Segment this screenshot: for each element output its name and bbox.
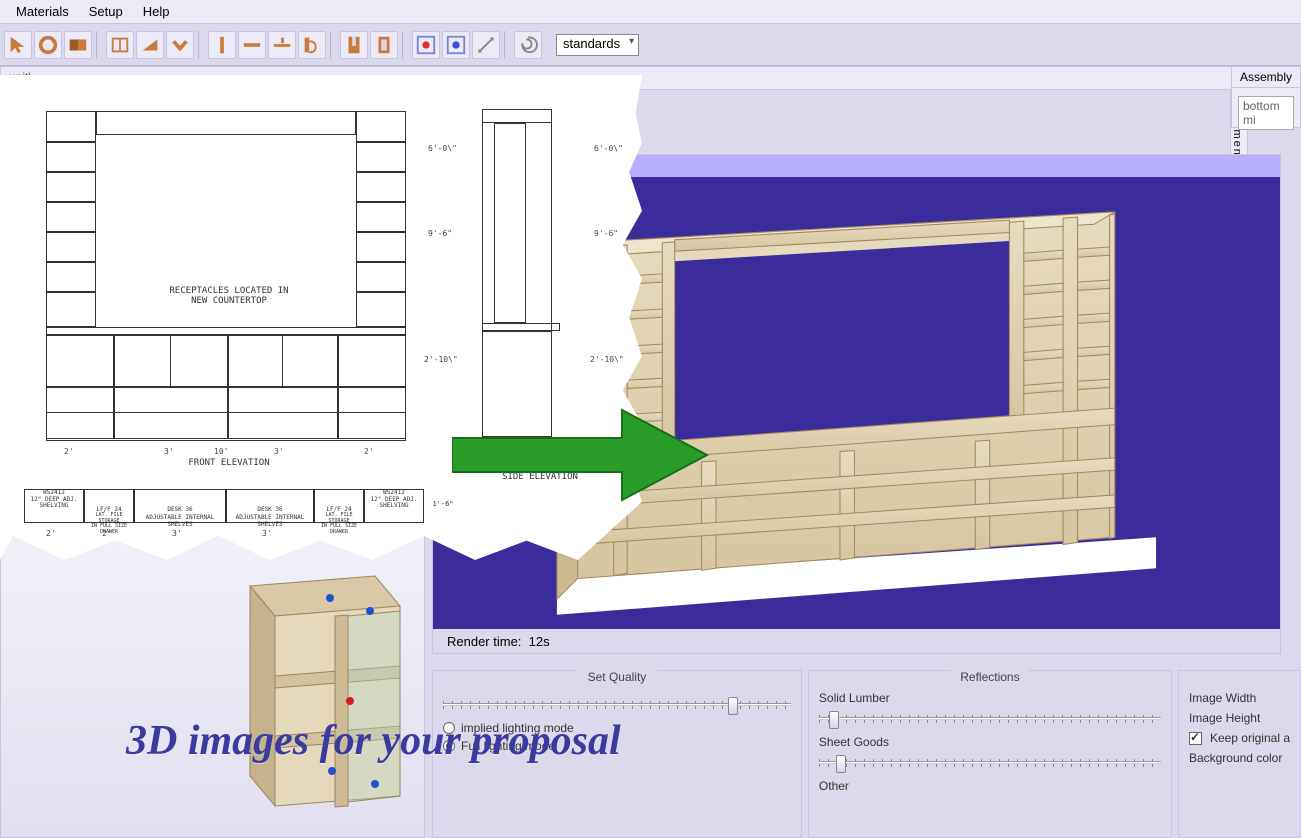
menu-help[interactable]: Help <box>133 1 180 22</box>
menu-bar: Materials Setup Help <box>0 0 1301 24</box>
assembly-panel-title: Assembly <box>1232 67 1300 88</box>
chevron-down-icon[interactable] <box>166 31 194 59</box>
other-label: Other <box>819 779 1161 793</box>
render-time: Render time: 12s <box>447 634 550 649</box>
toolbar-separator <box>504 31 510 59</box>
panel-tool-button[interactable] <box>64 31 92 59</box>
adj1-label: ADJUSTABLE INTERNAL SHELVES <box>134 515 226 528</box>
sheet-goods-label: Sheet Goods <box>819 735 1161 749</box>
arrow-icon <box>452 400 712 513</box>
keep-ratio-label: Keep original a <box>1210 731 1290 745</box>
front-elevation-label: FRONT ELEVATION <box>174 459 284 469</box>
ws1-label: WS2412 12" DEEP ADJ. SHELVING <box>24 490 84 510</box>
dim-2d: 2' <box>102 529 112 538</box>
image-settings-group: Image Width Image Height Keep original a… <box>1178 670 1301 838</box>
bg-color-row: Background color <box>1189 751 1290 765</box>
render-time-label: Render time: <box>447 634 521 649</box>
quality-title: Set Quality <box>578 670 657 684</box>
dim-3c: 3' <box>172 529 182 538</box>
caption-text: 3D images for your proposal <box>126 717 621 765</box>
desk1-label: DESK 36 <box>134 507 226 514</box>
dim-2-10-b: 2'-10\" <box>590 355 624 364</box>
desk2-label: DESK 36 <box>226 507 314 514</box>
dim-2-10-a: 2'-10\" <box>424 355 458 364</box>
standards-dropdown[interactable]: standards <box>556 34 639 56</box>
assembly-field[interactable]: bottom mi <box>1238 96 1294 130</box>
dim-6-0-a: 6'-0\" <box>428 144 457 153</box>
solid-lumber-slider[interactable] <box>819 709 1161 731</box>
toolbar-separator <box>198 31 204 59</box>
slot-panel-button[interactable] <box>340 31 368 59</box>
menu-materials[interactable]: Materials <box>6 1 79 22</box>
toolbar-separator <box>402 31 408 59</box>
assembly-panel: Assembly bottom mi <box>1231 66 1301 128</box>
dim-2b: 2' <box>364 447 374 456</box>
sheet-goods-slider[interactable] <box>819 753 1161 775</box>
dim-10: 10' <box>214 447 228 456</box>
toolbar: standards <box>0 24 1301 66</box>
handle-tool-button[interactable] <box>298 31 326 59</box>
dim-9-6-b: 9'-6" <box>594 229 618 238</box>
lat2-label: LAT. FILE STORAGE IN FULL SIZE DRAWER <box>314 513 364 535</box>
checkbox-icon <box>1189 732 1202 745</box>
line-tool-button[interactable] <box>208 31 236 59</box>
shelf-tool-button[interactable] <box>238 31 266 59</box>
dim-2c: 2' <box>46 529 56 538</box>
adj2-label: ADJUSTABLE INTERNAL SHELVES <box>226 515 314 528</box>
quality-slider[interactable] <box>443 695 791 717</box>
recept-label: RECEPTACLES LOCATED IN NEW COUNTERTOP <box>154 287 304 307</box>
solid-lumber-label: Solid Lumber <box>819 691 1161 705</box>
rotate-tool-button[interactable] <box>34 31 62 59</box>
dim-3d: 3' <box>262 529 272 538</box>
spiral-tool-button[interactable] <box>514 31 542 59</box>
frame-panel-button[interactable] <box>370 31 398 59</box>
render-time-value: 12s <box>529 634 550 649</box>
wedge-tool-button[interactable] <box>136 31 164 59</box>
reflections-group: Reflections Solid Lumber Sheet Goods Oth… <box>808 670 1172 838</box>
bg-color-label: Background color <box>1189 751 1282 765</box>
dim-2a: 2' <box>64 447 74 456</box>
reflections-title: Reflections <box>950 670 1029 684</box>
image-height-label: Image Height <box>1189 711 1260 725</box>
dimension-tool-button[interactable] <box>472 31 500 59</box>
keep-ratio-row[interactable]: Keep original a <box>1189 731 1290 745</box>
snap-red-button[interactable] <box>412 31 440 59</box>
dim-3a: 3' <box>164 447 174 456</box>
add-shelf-button[interactable] <box>268 31 296 59</box>
preview-model <box>220 556 420 826</box>
dim-3b: 3' <box>274 447 284 456</box>
menu-setup[interactable]: Setup <box>79 1 133 22</box>
snap-blue-button[interactable] <box>442 31 470 59</box>
ws2-label: WS2412 12" DEEP ADJ. SHELVING <box>364 490 424 510</box>
dim-9-6-a: 9'-6" <box>428 229 452 238</box>
select-tool-button[interactable] <box>4 31 32 59</box>
dim-6-0-b: 6'-0\" <box>594 144 623 153</box>
image-height-row: Image Height <box>1189 711 1290 725</box>
image-width-row: Image Width <box>1189 691 1290 705</box>
toolbar-separator <box>330 31 336 59</box>
toolbar-separator <box>96 31 102 59</box>
image-width-label: Image Width <box>1189 691 1256 705</box>
cabinet-front-button[interactable] <box>106 31 134 59</box>
